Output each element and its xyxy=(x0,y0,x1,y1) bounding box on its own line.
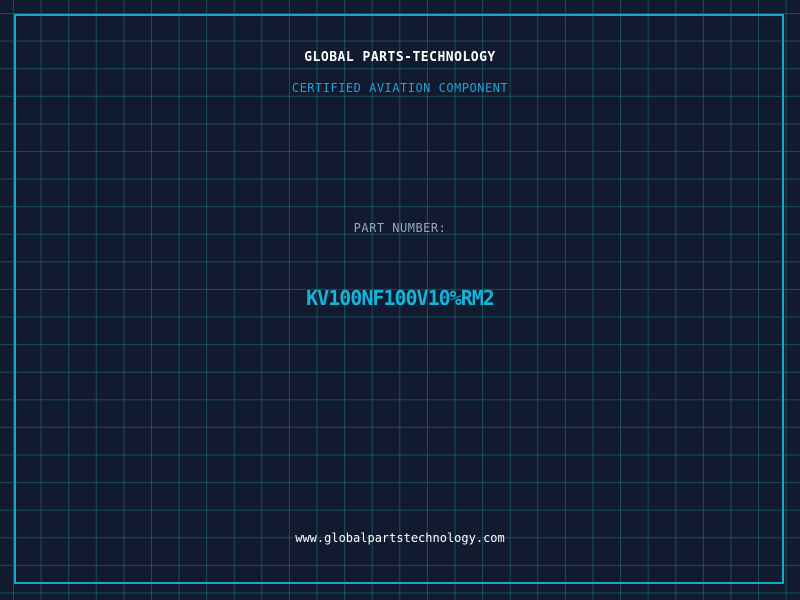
website-url[interactable]: www.globalpartstechnology.com xyxy=(0,531,800,545)
company-name: GLOBAL PARTS-TECHNOLOGY xyxy=(304,50,496,65)
certification-subtitle: CERTIFIED AVIATION COMPONENT xyxy=(291,81,509,95)
certificate-page: GLOBAL PARTS-TECHNOLOGY CERTIFIED AVIATI… xyxy=(0,0,800,600)
part-number-value: KV100NF100V10%RM2 xyxy=(306,286,495,310)
part-number-label: PART NUMBER: xyxy=(353,221,447,235)
